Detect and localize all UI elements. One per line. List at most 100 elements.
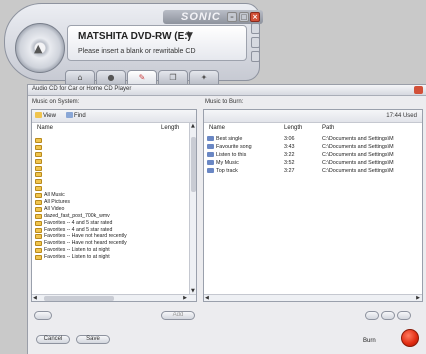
left-toolbar: View Find bbox=[32, 110, 196, 123]
left-pane-label: Music on System: bbox=[32, 99, 80, 105]
cancel-button[interactable]: Cancel bbox=[36, 335, 70, 344]
pencil-icon: ✎ bbox=[138, 73, 146, 82]
scroll-thumb[interactable] bbox=[44, 296, 114, 301]
house-icon: ⌂ bbox=[77, 73, 83, 82]
tab-edit[interactable]: ✎ bbox=[127, 70, 157, 85]
column-name[interactable]: Name bbox=[209, 125, 225, 131]
disc-usage-label: 17:44 Used bbox=[386, 113, 417, 119]
burn-label[interactable]: Burn bbox=[363, 338, 376, 344]
folder-icon bbox=[35, 220, 42, 226]
folder-icon bbox=[35, 248, 42, 254]
right-horizontal-scrollbar[interactable]: ◀ ▶ bbox=[204, 294, 422, 301]
folder-icon bbox=[35, 172, 42, 178]
track-name: My Music bbox=[216, 160, 239, 166]
burn-button[interactable] bbox=[401, 329, 419, 347]
left-column-header: Name Length bbox=[32, 125, 196, 133]
drive-status-message: Please insert a blank or rewritable CD bbox=[78, 48, 196, 55]
left-pane-small-button[interactable] bbox=[34, 311, 52, 320]
scroll-right-icon[interactable]: ▶ bbox=[416, 295, 420, 301]
music-track-icon bbox=[207, 168, 214, 173]
window-title: Audio CD for Car or Home CD Player bbox=[32, 86, 132, 92]
column-path[interactable]: Path bbox=[322, 125, 334, 131]
track-name: Top track bbox=[216, 168, 238, 174]
drive-display: MATSHITA DVD-RW (E:) ▼ Please insert a b… bbox=[67, 25, 247, 61]
scroll-left-icon[interactable]: ◀ bbox=[205, 295, 209, 301]
close-button[interactable]: × bbox=[250, 12, 260, 22]
left-horizontal-scrollbar[interactable]: ◀ ▶ bbox=[32, 294, 196, 301]
scroll-left-icon[interactable]: ◀ bbox=[33, 295, 37, 301]
drive-select[interactable]: MATSHITA DVD-RW (E:) bbox=[78, 31, 191, 42]
tab-burn[interactable]: ● bbox=[96, 70, 126, 85]
copy-icon: ❐ bbox=[169, 73, 177, 82]
side-buttons bbox=[251, 23, 261, 65]
find-icon bbox=[66, 112, 73, 118]
track-path: C:\Documents and Settings\M bbox=[322, 168, 394, 174]
tab-copy[interactable]: ❐ bbox=[158, 70, 188, 85]
add-button[interactable]: Add bbox=[161, 311, 195, 320]
tab-home[interactable]: ⌂ bbox=[65, 70, 95, 85]
track-name: Best single bbox=[216, 136, 243, 142]
tab-tools[interactable]: ✦ bbox=[189, 70, 219, 85]
folder-icon bbox=[35, 213, 42, 219]
right-toolbar: 17:44 Used bbox=[204, 110, 422, 123]
move-down-button[interactable] bbox=[381, 311, 395, 320]
column-length[interactable]: Length bbox=[284, 125, 302, 131]
track-path: C:\Documents and Settings\M bbox=[322, 144, 394, 150]
column-name[interactable]: Name bbox=[37, 125, 53, 131]
track-length: 3:27 bbox=[284, 168, 295, 174]
save-button[interactable]: Save bbox=[76, 335, 110, 344]
folder-label: Favorites -- Listen to at night bbox=[44, 254, 110, 261]
eject-icon[interactable]: ▲ bbox=[34, 42, 42, 55]
scroll-right-icon[interactable]: ▶ bbox=[183, 295, 187, 301]
track-length: 3:06 bbox=[284, 136, 295, 142]
scroll-thumb[interactable] bbox=[191, 137, 196, 192]
column-length[interactable]: Length bbox=[161, 125, 179, 131]
burn-window: Audio CD for Car or Home CD Player Music… bbox=[27, 84, 426, 354]
scroll-up-icon[interactable]: ▲ bbox=[191, 123, 195, 129]
side-button[interactable] bbox=[251, 51, 260, 62]
music-track-icon bbox=[207, 136, 214, 141]
track-path: C:\Documents and Settings\M bbox=[322, 160, 394, 166]
folder-icon bbox=[35, 227, 42, 233]
window-titlebar: Audio CD for Car or Home CD Player bbox=[28, 85, 426, 96]
track-path: C:\Documents and Settings\M bbox=[322, 136, 394, 142]
player-chrome: SONIC – □ × ▲ MATSHITA DVD-RW (E:) ▼ Ple… bbox=[4, 3, 263, 85]
folder-icon bbox=[35, 165, 42, 171]
folder-icon bbox=[35, 255, 42, 261]
window-close-button[interactable] bbox=[414, 86, 423, 94]
side-button[interactable] bbox=[251, 37, 260, 48]
maximize-button[interactable]: □ bbox=[239, 12, 249, 22]
music-track-icon bbox=[207, 160, 214, 165]
side-button[interactable] bbox=[251, 23, 260, 34]
folder-icon bbox=[35, 158, 42, 164]
music-track-icon bbox=[207, 144, 214, 149]
find-label: Find bbox=[74, 113, 86, 119]
view-label: View bbox=[43, 113, 56, 119]
track-name: Favourite song bbox=[216, 144, 252, 150]
music-track-icon bbox=[207, 152, 214, 157]
player-tabs: ⌂ ● ✎ ❐ ✦ bbox=[65, 70, 220, 85]
folder-icon bbox=[35, 186, 42, 192]
chevron-down-icon[interactable]: ▼ bbox=[186, 31, 193, 41]
right-column-header: Name Length Path bbox=[204, 125, 422, 133]
remove-button[interactable] bbox=[397, 311, 411, 320]
folder-icon bbox=[35, 151, 42, 157]
folder-icon bbox=[35, 200, 42, 206]
folder-icon bbox=[35, 112, 42, 118]
folder-icon bbox=[35, 193, 42, 199]
view-button[interactable]: View bbox=[35, 112, 56, 119]
disc-icon: ● bbox=[107, 73, 115, 82]
music-to-burn-pane: 17:44 Used Name Length Path Best single 3… bbox=[203, 109, 423, 302]
right-pane-label: Music to Burn: bbox=[205, 99, 244, 105]
folder-icon bbox=[35, 144, 42, 150]
folder-icon bbox=[35, 206, 42, 212]
folder-icon bbox=[35, 241, 42, 247]
folder-icon bbox=[35, 179, 42, 185]
find-button[interactable]: Find bbox=[66, 112, 86, 119]
minimize-button[interactable]: – bbox=[227, 12, 237, 22]
folder-icon bbox=[35, 234, 42, 240]
track-length: 3:52 bbox=[284, 160, 295, 166]
track-path: C:\Documents and Settings\M bbox=[322, 152, 394, 158]
move-up-button[interactable] bbox=[365, 311, 379, 320]
left-vertical-scrollbar[interactable]: ▲ ▼ bbox=[189, 123, 196, 294]
